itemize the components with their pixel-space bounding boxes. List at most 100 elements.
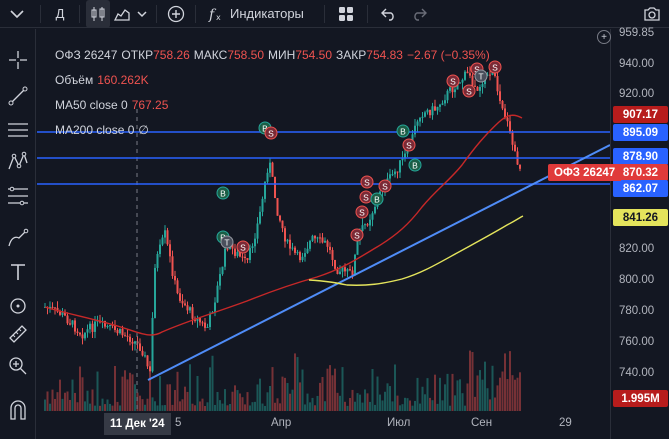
open-value: 758.26 <box>153 47 190 62</box>
volume-bar <box>384 391 386 411</box>
magnet-tool[interactable] <box>0 395 36 425</box>
candle-body <box>206 326 209 328</box>
volume-bar <box>56 392 59 411</box>
volume-bar <box>491 365 494 411</box>
buy-signal-marker[interactable]: B <box>216 186 230 200</box>
candle-body <box>181 300 184 304</box>
candle-body <box>86 329 89 333</box>
candle-body <box>306 248 309 254</box>
trend-signal-marker[interactable]: T <box>220 235 234 249</box>
price-axis[interactable]: 959.85 940.00 920.00 820.00 800.00 780.0… <box>610 27 669 439</box>
pattern-tool[interactable] <box>0 147 36 177</box>
compare-button[interactable] <box>163 0 189 28</box>
screenshot-button[interactable] <box>635 0 669 28</box>
candle-body <box>389 174 391 179</box>
zoom-tool[interactable] <box>0 351 36 381</box>
price-tick: 820.00 <box>619 243 655 255</box>
volume-bar <box>151 397 154 411</box>
candle-body <box>324 240 326 243</box>
volume-bar <box>216 391 219 411</box>
level-price-label: 895.09 <box>613 124 668 141</box>
volume-bar <box>504 353 506 411</box>
svg-text:S: S <box>240 243 246 253</box>
sell-signal-marker[interactable]: S <box>378 179 392 193</box>
candle-body <box>179 293 181 301</box>
volume-bar <box>294 353 296 411</box>
indicators-button[interactable]: fx Индикаторы <box>202 0 310 28</box>
low-label: МИН <box>268 47 296 62</box>
menu-button[interactable] <box>0 0 34 28</box>
time-axis[interactable]: 11 Дек '24 5 Апр Июл Сен 29 <box>37 410 610 439</box>
candle-body <box>291 247 294 249</box>
volume-bar <box>246 392 249 411</box>
candle-body <box>514 144 516 152</box>
brush-tool[interactable] <box>0 223 36 253</box>
candle-body <box>509 121 511 133</box>
candle-body <box>79 332 81 335</box>
sell-signal-marker[interactable]: S <box>355 205 369 219</box>
sell-signal-marker[interactable]: S <box>236 240 250 254</box>
volume-bar <box>186 391 189 411</box>
ruler-tool[interactable] <box>0 319 36 349</box>
volume-bar <box>356 393 359 411</box>
menu-icon <box>10 9 24 18</box>
candle-body <box>321 237 324 243</box>
volume-bar <box>514 379 516 411</box>
volume-bars <box>44 350 521 411</box>
trendline-tool[interactable] <box>0 81 36 111</box>
trend-line[interactable] <box>147 144 610 381</box>
volume-bar <box>519 372 521 411</box>
volume-bar <box>331 375 334 411</box>
add-icon <box>167 5 185 22</box>
volume-bar <box>486 388 489 411</box>
volume-bar <box>209 367 211 411</box>
fib-tool[interactable] <box>0 181 36 211</box>
volume-axis-label: 1.995M <box>613 390 668 407</box>
candles-button[interactable] <box>86 0 110 28</box>
measure-tool[interactable] <box>0 291 36 321</box>
candle-body <box>54 307 56 309</box>
volume-bar <box>424 394 426 411</box>
buy-signal-marker[interactable]: B <box>408 158 422 172</box>
candle-body <box>121 328 124 336</box>
horizontal-lines-tool[interactable] <box>0 115 36 145</box>
ma200-value: ∅ <box>138 122 149 137</box>
buy-signal-marker[interactable]: B <box>370 192 384 206</box>
volume-bar <box>51 389 54 411</box>
volume-row[interactable]: Объём 160.262K <box>55 67 494 92</box>
volume-label: Объём <box>55 72 94 87</box>
ma200-line <box>308 215 524 286</box>
sell-signal-marker[interactable]: S <box>359 190 373 204</box>
svg-text:B: B <box>412 161 418 171</box>
candle-body <box>126 335 129 337</box>
volume-bar <box>266 392 269 411</box>
candle-body <box>84 332 86 339</box>
text-tool[interactable] <box>0 257 36 287</box>
sell-signal-marker[interactable]: S <box>360 175 374 189</box>
symbol-name[interactable]: ОФЗ 26247 <box>55 48 117 62</box>
ma50-row[interactable]: MA50 close 0 767.25 <box>55 92 494 117</box>
sell-signal-marker[interactable]: S <box>350 228 364 242</box>
redo-button[interactable] <box>404 0 434 28</box>
svg-text:B: B <box>220 189 226 199</box>
magnet-icon <box>10 400 26 420</box>
candle-body <box>294 247 296 253</box>
volume-value: 160.262K <box>97 72 149 87</box>
top-toolbar: Д fx Индикаторы <box>0 0 669 28</box>
low-value: 754.50 <box>295 47 333 62</box>
chart-style-button[interactable] <box>110 0 134 28</box>
candle-body <box>276 198 279 216</box>
layout-button[interactable] <box>331 0 361 28</box>
svg-text:S: S <box>406 141 412 151</box>
crosshair-tool[interactable] <box>0 45 36 75</box>
ma200-row[interactable]: MA200 close 0 ∅ <box>55 117 494 142</box>
chart-style-dropdown[interactable] <box>134 0 150 28</box>
candle-body <box>169 244 171 257</box>
candle-body <box>144 355 146 357</box>
volume-bar <box>169 384 171 411</box>
candle-body <box>254 238 256 247</box>
interval-button[interactable]: Д <box>47 0 73 28</box>
axis-add-button[interactable]: + <box>597 30 611 44</box>
undo-button[interactable] <box>374 0 404 28</box>
time-tick: Сен <box>471 417 493 429</box>
